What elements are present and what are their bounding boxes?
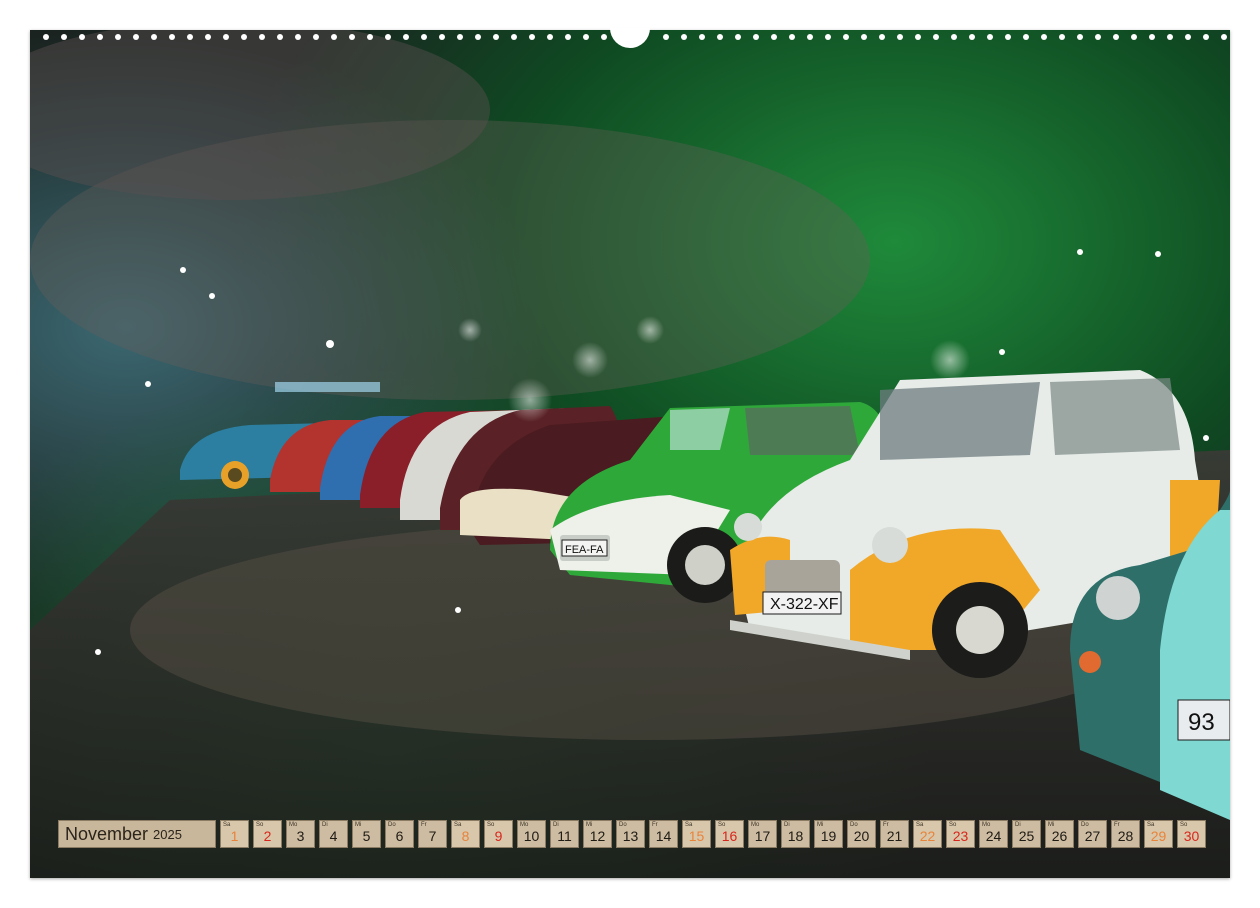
spiral-binding	[30, 28, 1230, 48]
day-cell: So 9	[484, 820, 513, 848]
day-cell: Do 6	[385, 820, 414, 848]
calendar-photo: X-322-XF FEA-FA 93	[30, 30, 1230, 878]
day-number: 3	[296, 828, 305, 844]
day-cell: So 30	[1177, 820, 1206, 848]
day-cell: Mo 10	[517, 820, 546, 848]
day-number: 29	[1150, 828, 1167, 844]
day-cell: Fr 14	[649, 820, 678, 848]
month-name: November	[65, 823, 149, 844]
day-cell: Di 18	[781, 820, 810, 848]
day-cell: Do 13	[616, 820, 645, 848]
day-number: 2	[263, 828, 272, 844]
day-cell: Do 20	[847, 820, 876, 848]
month-label-box: November 2025	[58, 820, 216, 848]
day-number: 21	[886, 828, 903, 844]
day-cell: Sa 29	[1144, 820, 1173, 848]
day-cell: Mo 3	[286, 820, 315, 848]
day-number: 30	[1183, 828, 1200, 844]
day-cell: Do 27	[1078, 820, 1107, 848]
day-number: 7	[428, 828, 437, 844]
day-number: 6	[395, 828, 404, 844]
day-cell: Sa 1	[220, 820, 249, 848]
day-cell: Sa 22	[913, 820, 942, 848]
day-number: 23	[952, 828, 969, 844]
day-number: 5	[362, 828, 371, 844]
day-cell: Mi 12	[583, 820, 612, 848]
day-number: 17	[754, 828, 771, 844]
day-cell: Fr 28	[1111, 820, 1140, 848]
day-cell: Fr 7	[418, 820, 447, 848]
day-number: 1	[230, 828, 239, 844]
day-number: 13	[622, 828, 639, 844]
calendar-strip: November 2025 Sa 1 So 2 Mo 3 Di 4 Mi 5 Do 6 Fr 7 Sa 8 So…	[58, 820, 1210, 850]
day-number: 19	[820, 828, 837, 844]
day-number: 10	[523, 828, 540, 844]
plate-green-car: FEA-FA	[565, 544, 604, 556]
day-number: 9	[494, 828, 503, 844]
day-number: 18	[787, 828, 804, 844]
day-number: 25	[1018, 828, 1035, 844]
plate-white-car: X-322-XF	[770, 596, 839, 613]
day-number: 4	[329, 828, 338, 844]
day-cell: Mi 19	[814, 820, 843, 848]
day-cell: So 16	[715, 820, 744, 848]
day-number: 15	[688, 828, 705, 844]
day-cell: Mi 26	[1045, 820, 1074, 848]
day-number: 16	[721, 828, 738, 844]
day-number: 26	[1051, 828, 1068, 844]
binding-holes-icon	[43, 28, 1227, 48]
day-cell: Fr 21	[880, 820, 909, 848]
day-number: 20	[853, 828, 870, 844]
day-cell: So 23	[946, 820, 975, 848]
day-cells: Sa 1 So 2 Mo 3 Di 4 Mi 5 Do 6 Fr 7 Sa 8 So 9 Mo 10 Di 11 Mi 12 D…	[220, 820, 1210, 850]
day-number: 12	[589, 828, 606, 844]
day-number: 8	[461, 828, 470, 844]
day-number: 24	[985, 828, 1002, 844]
day-number: 22	[919, 828, 936, 844]
day-cell: Di 4	[319, 820, 348, 848]
day-cell: Sa 15	[682, 820, 711, 848]
day-cell: So 2	[253, 820, 282, 848]
calendar-page: X-322-XF FEA-FA 93 November 2025 Sa 1 So…	[0, 0, 1260, 908]
day-number: 27	[1084, 828, 1101, 844]
day-cell: Mi 5	[352, 820, 381, 848]
day-cell: Di 11	[550, 820, 579, 848]
month-year: 2025	[153, 826, 182, 842]
plate-teal-car: 93	[1188, 709, 1215, 736]
day-cell: Mo 24	[979, 820, 1008, 848]
day-cell: Di 25	[1012, 820, 1041, 848]
day-number: 28	[1117, 828, 1134, 844]
day-number: 11	[557, 828, 572, 844]
day-cell: Sa 8	[451, 820, 480, 848]
day-cell: Mo 17	[748, 820, 777, 848]
day-number: 14	[655, 828, 672, 844]
citroen-2cv-lineup-image: X-322-XF FEA-FA 93	[30, 30, 1230, 878]
